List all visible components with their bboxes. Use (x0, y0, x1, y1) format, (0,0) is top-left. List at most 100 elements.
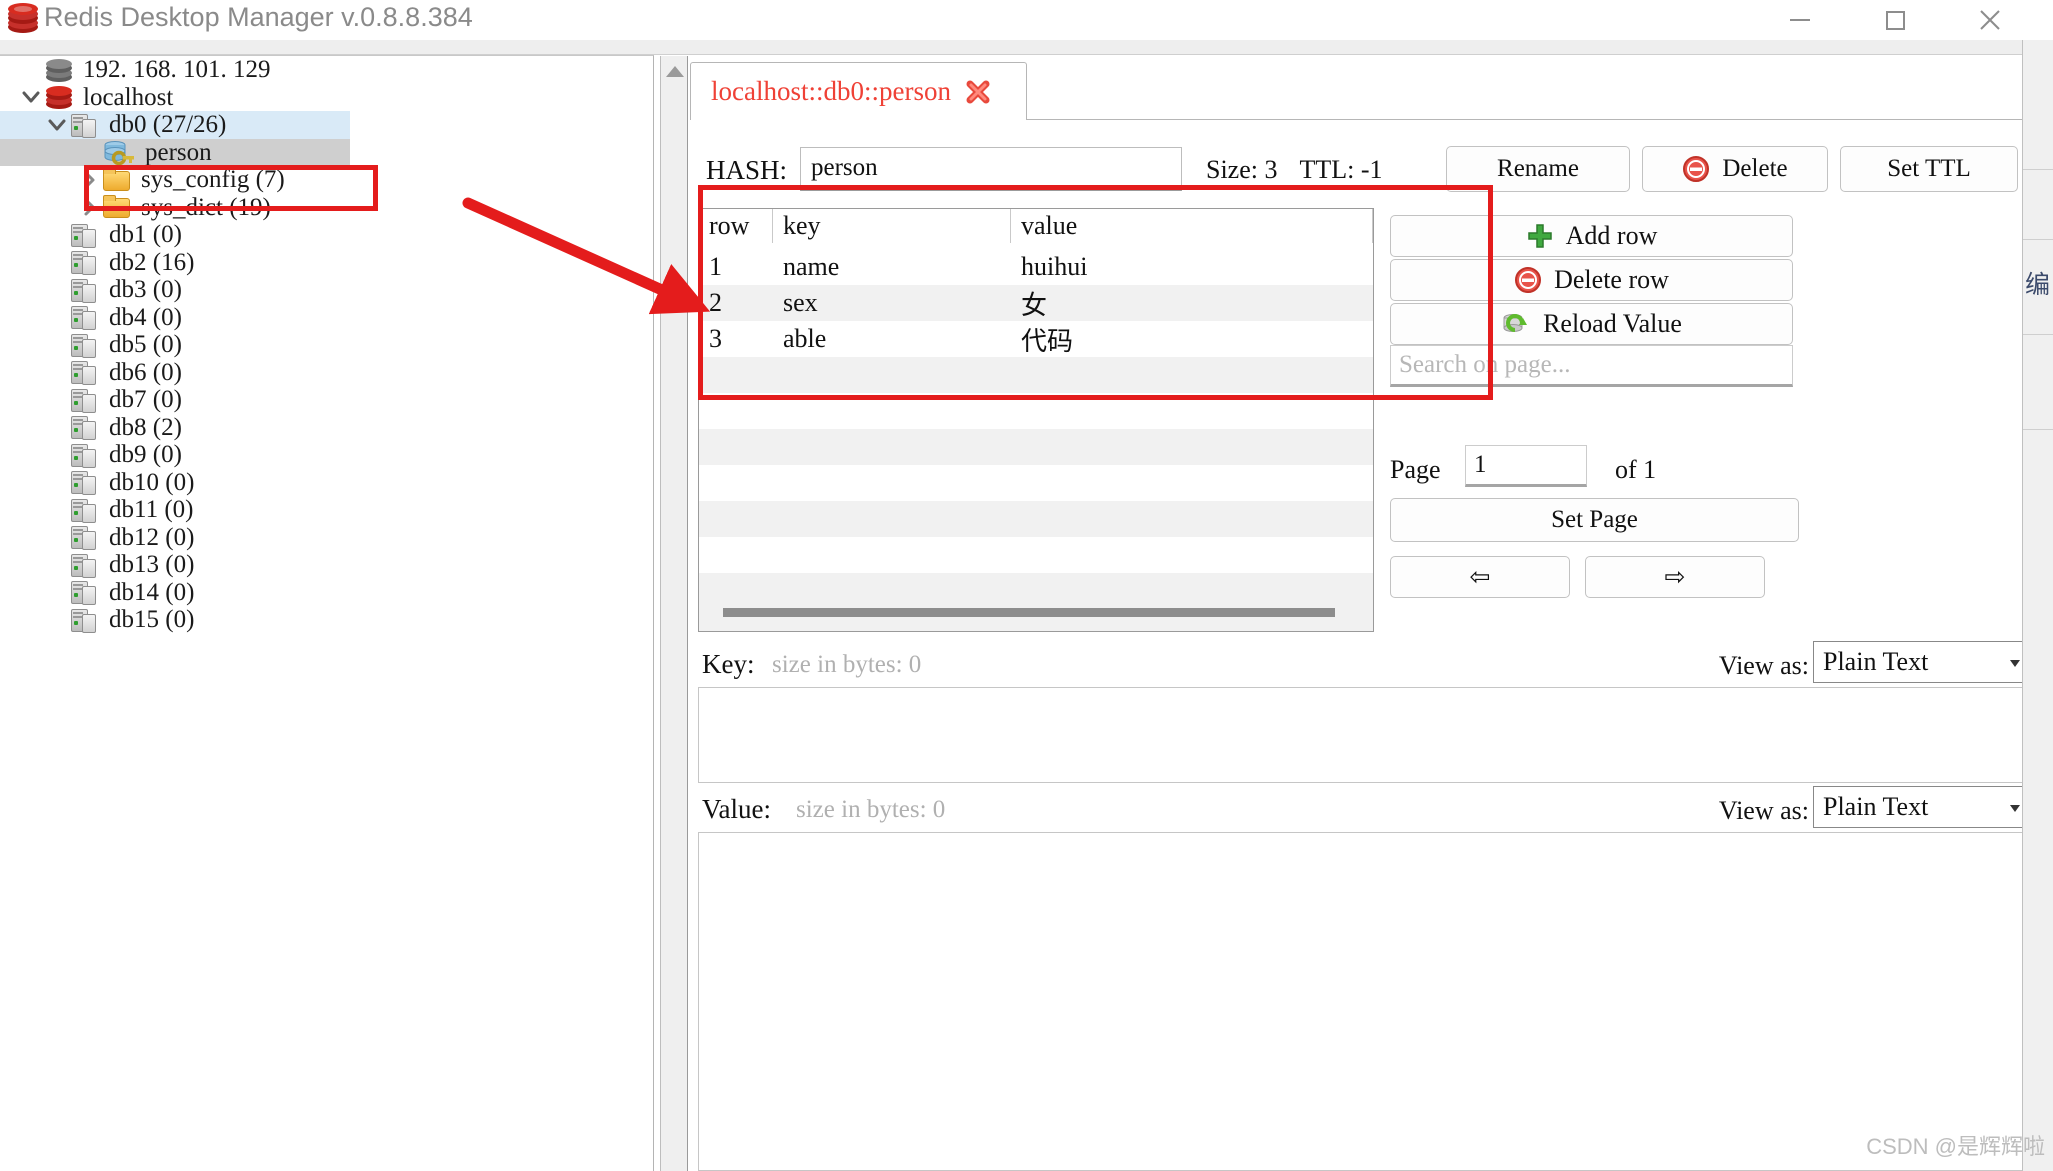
table-cell-row[interactable]: 3 (699, 324, 773, 354)
table-column-header[interactable]: row (699, 209, 773, 243)
table-cell-row[interactable]: 2 (699, 288, 773, 318)
table-cell-key[interactable]: name (773, 252, 1011, 282)
delete-key-button[interactable]: Delete (1642, 146, 1828, 192)
value-editor-label: Value: (702, 794, 771, 824)
set-page-button[interactable]: Set Page (1390, 498, 1799, 542)
tree-item[interactable]: sys_dict (19) (0, 194, 625, 222)
tree-item[interactable]: db0 (27/26) (0, 111, 350, 139)
table-row[interactable]: 3 able 代码 (699, 321, 1373, 357)
tree-item[interactable]: db10 (0) (0, 469, 625, 497)
key-editor-textarea[interactable] (698, 687, 2036, 783)
set-ttl-button[interactable]: Set TTL (1840, 146, 2018, 192)
previous-page-button[interactable]: ⇦ (1390, 556, 1570, 598)
table-cell-value[interactable]: 女 (1011, 285, 1373, 322)
chevron-down-icon (2010, 805, 2020, 812)
tree-item-label: db0 (27/26) (109, 111, 227, 139)
page-number-input[interactable] (1465, 445, 1587, 487)
table-row[interactable]: 1 name huihui (699, 249, 1373, 285)
sidebar-scrollbar[interactable] (660, 56, 688, 1171)
table-cell-key[interactable]: able (773, 324, 1011, 354)
table-empty-row (699, 393, 1373, 429)
scrollbar-thumb[interactable] (723, 608, 1335, 617)
table-cell-row[interactable]: 1 (699, 252, 773, 282)
tree-item[interactable]: db8 (2) (0, 414, 625, 442)
tree-item-label: person (145, 138, 212, 166)
tree-item[interactable]: db11 (0) (0, 496, 625, 524)
key-view-as-value: Plain Text (1823, 647, 1929, 676)
table-body[interactable]: 1 name huihui 2 sex 女 3 able 代码 (699, 249, 1373, 631)
table-column-header[interactable]: value (1011, 209, 1373, 243)
tree-item[interactable]: person (0, 138, 350, 166)
tree-item-label: db1 (0) (109, 221, 182, 249)
key-name-input[interactable] (800, 147, 1182, 191)
close-x-icon[interactable] (963, 77, 993, 107)
tree-item-label: db6 (0) (109, 358, 182, 386)
table-cell-value[interactable]: 代码 (1011, 321, 1373, 358)
tree-item[interactable]: db9 (0) (0, 441, 625, 469)
close-button[interactable] (1950, 0, 2030, 40)
table-cell-value[interactable]: huihui (1011, 252, 1373, 282)
chevron-right-icon[interactable] (76, 167, 102, 193)
table-row[interactable]: 2 sex 女 (699, 285, 1373, 321)
tree-item[interactable]: db4 (0) (0, 304, 625, 332)
key-tab[interactable]: localhost::db0::person (690, 62, 1027, 120)
next-page-button[interactable]: ⇨ (1585, 556, 1765, 598)
maximize-button[interactable] (1855, 0, 1935, 40)
hash-table[interactable]: row key value 1 name huihui 2 sex 女 3 able 代码 (698, 208, 1374, 632)
value-editor-textarea[interactable] (698, 832, 2036, 1171)
key-editor-header: Key: size in bytes: 0 View as: Plain Tex… (690, 641, 2053, 685)
tree-item-label: sys_dict (19) (141, 193, 271, 221)
tree-item[interactable]: db2 (16) (0, 249, 625, 277)
delete-row-button[interactable]: Delete row (1390, 259, 1793, 301)
tree-item-label: db5 (0) (109, 331, 182, 359)
tree-item[interactable]: 192. 168. 101. 129 (0, 56, 625, 84)
tree-item[interactable]: db5 (0) (0, 331, 625, 359)
key-view-as-select[interactable]: Plain Text (1813, 641, 2035, 683)
tree-item[interactable]: db12 (0) (0, 524, 625, 552)
tree-item[interactable]: db3 (0) (0, 276, 625, 304)
delete-key-button-label: Delete (1722, 155, 1788, 182)
rename-button[interactable]: Rename (1446, 146, 1630, 192)
tree-item[interactable]: localhost (0, 84, 625, 112)
background-window-text: 编 (2025, 271, 2051, 299)
minimize-button[interactable] (1760, 0, 1840, 40)
tree-item-label: db7 (0) (109, 386, 182, 414)
database-icon (70, 249, 100, 276)
tree-item[interactable]: db1 (0) (0, 221, 625, 249)
connection-tree[interactable]: 192. 168. 101. 129 localhost db0 (27/26) pe… (0, 56, 625, 634)
chevron-right-icon[interactable] (76, 194, 102, 220)
tree-item-label: sys_config (7) (141, 166, 285, 194)
search-on-page-input[interactable] (1390, 345, 1793, 387)
scroll-up-arrow-icon[interactable] (661, 60, 689, 82)
tree-item-label: 192. 168. 101. 129 (83, 56, 271, 84)
tree-item[interactable]: db14 (0) (0, 579, 625, 607)
table-cell-key[interactable]: sex (773, 288, 1011, 318)
size-label: Size: 3 (1206, 155, 1278, 184)
tree-item[interactable]: db15 (0) (0, 606, 625, 634)
table-empty-row (699, 429, 1373, 465)
tree-item[interactable]: db13 (0) (0, 551, 625, 579)
chevron-down-icon[interactable] (44, 112, 70, 138)
chevron-down-icon[interactable] (18, 84, 44, 110)
tree-item[interactable]: db6 (0) (0, 359, 625, 387)
title-bar: Redis Desktop Manager v.0.8.8.384 (0, 0, 2053, 40)
value-view-as-select[interactable]: Plain Text (1813, 786, 2035, 828)
add-row-button[interactable]: Add row (1390, 215, 1793, 257)
table-horizontal-scrollbar[interactable] (699, 597, 1373, 631)
database-icon (70, 304, 100, 331)
database-icon (70, 414, 100, 441)
tree-item-label: db11 (0) (109, 496, 194, 524)
reload-value-button[interactable]: Reload Value (1390, 303, 1793, 345)
tree-item[interactable]: sys_config (7) (0, 166, 625, 194)
add-row-button-label: Add row (1565, 221, 1658, 250)
table-column-header[interactable]: key (773, 209, 1011, 243)
key-tab-label: localhost::db0::person (711, 76, 951, 106)
tree-item[interactable]: db7 (0) (0, 386, 625, 414)
